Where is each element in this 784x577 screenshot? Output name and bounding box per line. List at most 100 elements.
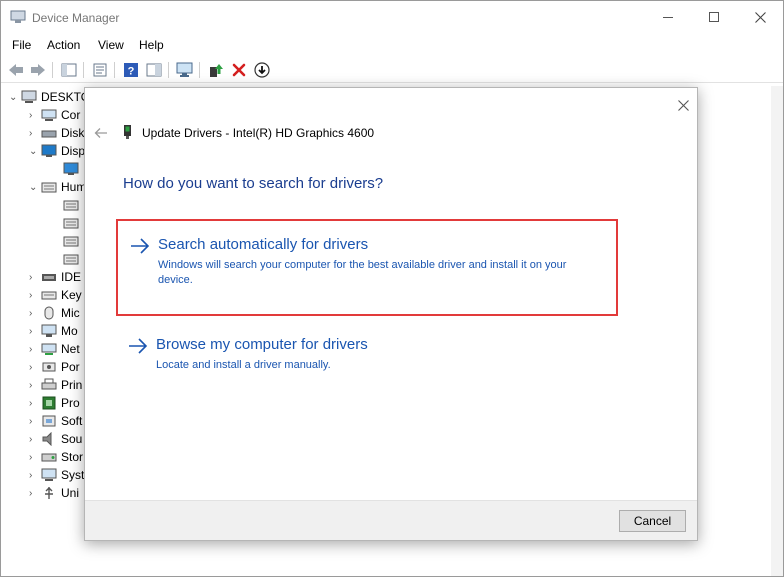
help-icon: ? — [124, 63, 138, 78]
tree-item[interactable]: › Pro — [29, 394, 80, 412]
tree-item-label: Key — [61, 288, 82, 302]
chevron-right-icon: › — [29, 397, 33, 409]
back-button[interactable] — [6, 60, 26, 80]
close-icon — [754, 11, 766, 23]
tree-item[interactable]: › Cor — [29, 106, 80, 124]
tree-item[interactable]: › Sou — [29, 430, 82, 448]
chevron-right-icon: › — [29, 469, 33, 481]
enable-device-button[interactable] — [252, 60, 272, 80]
tree-child[interactable] — [63, 232, 83, 250]
tree-item[interactable]: › Uni — [29, 484, 79, 502]
browse-computer-option[interactable]: Browse my computer for drivers Locate an… — [116, 333, 618, 383]
disk-drive-icon — [41, 130, 57, 138]
chevron-right-icon: › — [29, 487, 33, 499]
tree-item-label: Uni — [61, 486, 80, 500]
keyboard-icon — [41, 291, 57, 300]
close-button[interactable] — [737, 1, 783, 33]
dialog-question: How do you want to search for drivers? — [123, 175, 384, 192]
maximize-button[interactable] — [691, 1, 737, 33]
chevron-right-icon: › — [29, 127, 33, 139]
tree-item[interactable]: › Mic — [29, 304, 80, 322]
chevron-down-icon: ⌄ — [29, 181, 38, 193]
menu-help[interactable]: Help — [139, 38, 164, 52]
computer-category-icon — [41, 109, 57, 121]
graphics-card-icon — [63, 162, 79, 175]
chevron-down-icon: ⌄ — [9, 91, 18, 103]
uninstall-device-button[interactable] — [229, 60, 249, 80]
forward-button[interactable] — [28, 60, 48, 80]
tree-item-label: Stor — [61, 450, 84, 464]
back-arrow-icon — [9, 64, 23, 76]
action-pane-icon — [146, 63, 162, 77]
tree-item-label: Cor — [61, 108, 81, 122]
tree-item[interactable]: › Key — [29, 286, 82, 304]
tree-item-label: Syst — [61, 468, 85, 482]
tree-item[interactable]: › Disk — [29, 124, 84, 142]
tree-item[interactable]: › IDE — [29, 268, 81, 286]
download-circle-icon — [254, 62, 270, 78]
chevron-right-icon: › — [29, 379, 33, 391]
storage-controller-icon — [41, 453, 57, 462]
arrow-right-icon — [131, 238, 150, 254]
tree-item-label: Soft — [61, 414, 83, 428]
tree-item[interactable]: › Mo — [29, 322, 78, 340]
chevron-right-icon: › — [29, 343, 33, 355]
menu-view[interactable]: View — [98, 38, 124, 52]
hid-device-icon — [63, 218, 79, 229]
speaker-icon — [42, 432, 52, 446]
option-heading: Browse my computer for drivers — [156, 336, 368, 353]
help-button[interactable]: ? — [121, 60, 141, 80]
chevron-right-icon: › — [29, 361, 33, 373]
hid-device-icon — [63, 254, 79, 265]
update-driver-button[interactable] — [206, 60, 226, 80]
tree-item-label: IDE — [61, 270, 82, 284]
hid-device-icon — [63, 236, 79, 247]
tree-root[interactable]: ⌄ DESKTO — [9, 88, 90, 106]
tree-item[interactable]: › Stor — [29, 448, 83, 466]
tree-item[interactable]: › Prin — [29, 376, 82, 394]
chevron-right-icon: › — [29, 415, 33, 427]
action-pane-button[interactable] — [144, 60, 164, 80]
toolbar: ? — [1, 57, 783, 83]
toolbar-separator — [83, 62, 84, 78]
properties-icon — [93, 63, 107, 77]
chevron-right-icon: › — [29, 451, 33, 463]
tree-item-label: Net — [61, 342, 80, 356]
menu-action[interactable]: Action — [47, 38, 80, 52]
show-hide-console-tree-button[interactable] — [59, 60, 79, 80]
vertical-scrollbar[interactable] — [771, 86, 783, 576]
tree-item-label: Por — [61, 360, 80, 374]
cancel-button[interactable]: Cancel — [619, 510, 686, 532]
chevron-right-icon: › — [29, 289, 33, 301]
dialog-close-button[interactable] — [674, 96, 692, 114]
tree-child[interactable] — [63, 250, 83, 268]
menu-file[interactable]: File — [12, 38, 31, 52]
tree-item[interactable]: › Syst — [29, 466, 84, 484]
option-heading: Search automatically for drivers — [158, 236, 369, 253]
usb-icon — [45, 487, 53, 499]
tree-child[interactable] — [63, 160, 83, 178]
back-arrow-icon[interactable] — [94, 126, 108, 140]
tree-item[interactable]: ⌄ Hum — [29, 178, 86, 196]
search-automatically-option[interactable]: Search automatically for drivers Windows… — [116, 219, 618, 316]
tree-item-label: Pro — [61, 396, 80, 410]
window-title: Device Manager — [32, 11, 120, 25]
tree-child[interactable] — [63, 196, 83, 214]
tree-item[interactable]: › Net — [29, 340, 80, 358]
properties-button[interactable] — [90, 60, 110, 80]
chevron-right-icon: › — [29, 307, 33, 319]
chevron-right-icon: › — [29, 325, 33, 337]
forward-arrow-icon — [31, 64, 45, 76]
tree-child[interactable] — [63, 214, 83, 232]
scan-hardware-button[interactable] — [175, 60, 195, 80]
red-x-icon — [232, 63, 246, 77]
tree-item[interactable]: › Soft — [29, 412, 82, 430]
system-device-icon — [41, 468, 57, 481]
tree-item[interactable]: › Por — [29, 358, 80, 376]
port-icon — [42, 362, 56, 372]
minimize-button[interactable] — [645, 1, 691, 33]
tree-item[interactable]: ⌄ Disp — [29, 142, 85, 160]
maximize-icon — [709, 12, 719, 22]
computer-icon — [21, 90, 37, 103]
update-driver-icon — [210, 64, 223, 77]
